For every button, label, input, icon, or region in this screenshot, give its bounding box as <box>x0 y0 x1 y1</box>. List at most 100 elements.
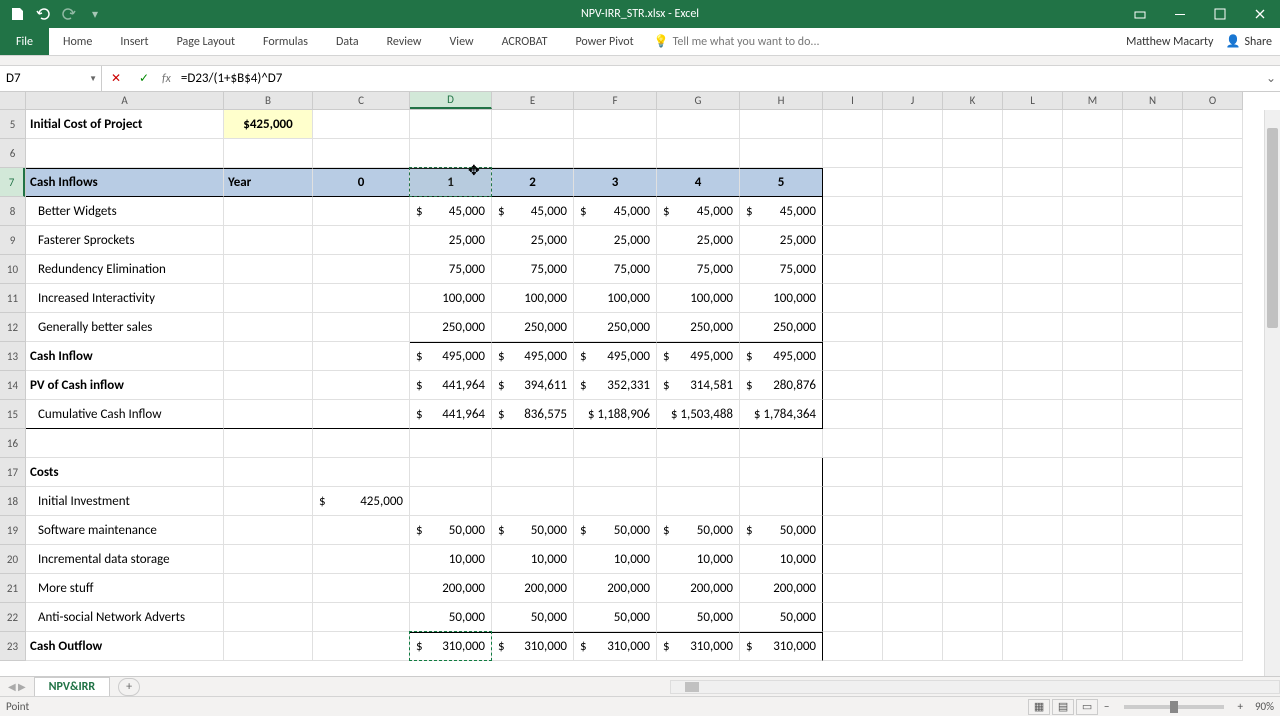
column-header-J[interactable]: J <box>883 92 943 109</box>
cell-J22[interactable] <box>883 603 943 632</box>
cell-J7[interactable] <box>883 168 943 197</box>
cell-I21[interactable] <box>823 574 883 603</box>
cell-A13[interactable]: Cash Inflow <box>26 342 224 371</box>
cell-I19[interactable] <box>823 516 883 545</box>
cell-G8[interactable]: $45,000 <box>657 197 740 226</box>
cell-L12[interactable] <box>1003 313 1063 342</box>
formula-input[interactable]: =D23/(1+$B$4)^D7 <box>175 66 1262 91</box>
cell-O7[interactable] <box>1183 168 1243 197</box>
cell-E10[interactable]: 75,000 <box>492 255 574 284</box>
cell-D8[interactable]: $45,000 <box>410 197 492 226</box>
cell-C8[interactable] <box>313 197 410 226</box>
close-icon[interactable] <box>1240 0 1280 28</box>
row-header-12[interactable]: 12 <box>0 313 25 342</box>
row-header-7[interactable]: 7 <box>0 168 25 197</box>
cell-B16[interactable] <box>224 429 313 458</box>
cell-M11[interactable] <box>1063 284 1123 313</box>
cell-G22[interactable]: 50,000 <box>657 603 740 632</box>
cell-B10[interactable] <box>224 255 313 284</box>
cell-O18[interactable] <box>1183 487 1243 516</box>
cell-C12[interactable] <box>313 313 410 342</box>
row-header-8[interactable]: 8 <box>0 197 25 226</box>
column-header-B[interactable]: B <box>224 92 313 109</box>
cell-D14[interactable]: $441,964 <box>410 371 492 400</box>
cell-H17[interactable] <box>740 458 823 487</box>
zoom-in-icon[interactable]: + <box>1234 700 1247 713</box>
cell-K16[interactable] <box>943 429 1003 458</box>
cell-N8[interactable] <box>1123 197 1183 226</box>
cell-N23[interactable] <box>1123 632 1183 661</box>
cell-L13[interactable] <box>1003 342 1063 371</box>
cell-D12[interactable]: 250,000 <box>410 313 492 342</box>
cell-C21[interactable] <box>313 574 410 603</box>
cell-E9[interactable]: 25,000 <box>492 226 574 255</box>
cell-M10[interactable] <box>1063 255 1123 284</box>
cell-F16[interactable] <box>574 429 657 458</box>
cell-K22[interactable] <box>943 603 1003 632</box>
cell-C5[interactable] <box>313 110 410 139</box>
cell-B7[interactable]: Year <box>224 168 313 197</box>
cell-F15[interactable]: $ 1,188,906 <box>574 400 657 429</box>
cell-E6[interactable] <box>492 139 574 168</box>
cell-B8[interactable] <box>224 197 313 226</box>
cell-K20[interactable] <box>943 545 1003 574</box>
vertical-scroll-thumb[interactable] <box>1267 128 1278 328</box>
cell-F22[interactable]: 50,000 <box>574 603 657 632</box>
cell-I6[interactable] <box>823 139 883 168</box>
horizontal-scrollbar[interactable] <box>670 680 1280 694</box>
cell-A8[interactable]: Better Widgets <box>26 197 224 226</box>
cell-E12[interactable]: 250,000 <box>492 313 574 342</box>
cell-L19[interactable] <box>1003 516 1063 545</box>
cell-H9[interactable]: 25,000 <box>740 226 823 255</box>
cell-C20[interactable] <box>313 545 410 574</box>
cell-E7[interactable]: 2 <box>492 168 574 197</box>
cell-L11[interactable] <box>1003 284 1063 313</box>
column-header-K[interactable]: K <box>943 92 1003 109</box>
ribbon-options-icon[interactable] <box>1120 0 1160 28</box>
cell-K7[interactable] <box>943 168 1003 197</box>
cell-O9[interactable] <box>1183 226 1243 255</box>
cell-B17[interactable] <box>224 458 313 487</box>
row-header-9[interactable]: 9 <box>0 226 25 255</box>
row-header-13[interactable]: 13 <box>0 342 25 371</box>
cell-J16[interactable] <box>883 429 943 458</box>
row-header-21[interactable]: 21 <box>0 574 25 603</box>
cell-F21[interactable]: 200,000 <box>574 574 657 603</box>
cell-B15[interactable] <box>224 400 313 429</box>
cell-A16[interactable] <box>26 429 224 458</box>
cell-B18[interactable] <box>224 487 313 516</box>
row-header-16[interactable]: 16 <box>0 429 25 458</box>
row-header-11[interactable]: 11 <box>0 284 25 313</box>
cell-E8[interactable]: $45,000 <box>492 197 574 226</box>
cell-N6[interactable] <box>1123 139 1183 168</box>
cell-C9[interactable] <box>313 226 410 255</box>
cell-F20[interactable]: 10,000 <box>574 545 657 574</box>
column-header-D[interactable]: D <box>410 92 492 109</box>
name-box-dropdown-icon[interactable]: ▼ <box>89 74 97 84</box>
cell-A20[interactable]: Incremental data storage <box>26 545 224 574</box>
cell-M12[interactable] <box>1063 313 1123 342</box>
cell-G17[interactable] <box>657 458 740 487</box>
horizontal-scroll-thumb[interactable] <box>685 682 699 692</box>
cell-J10[interactable] <box>883 255 943 284</box>
cell-A9[interactable]: Fasterer Sprockets <box>26 226 224 255</box>
cell-K23[interactable] <box>943 632 1003 661</box>
cell-E11[interactable]: 100,000 <box>492 284 574 313</box>
cell-D6[interactable] <box>410 139 492 168</box>
cell-O6[interactable] <box>1183 139 1243 168</box>
cell-N11[interactable] <box>1123 284 1183 313</box>
cell-A22[interactable]: Anti-social Network Adverts <box>26 603 224 632</box>
tab-acrobat[interactable]: ACROBAT <box>488 28 562 55</box>
cell-E16[interactable] <box>492 429 574 458</box>
cell-A15[interactable]: Cumulative Cash Inflow <box>26 400 224 429</box>
formula-expand-icon[interactable]: ⌄ <box>1262 66 1280 91</box>
cell-G9[interactable]: 25,000 <box>657 226 740 255</box>
cell-J18[interactable] <box>883 487 943 516</box>
cell-O17[interactable] <box>1183 458 1243 487</box>
cell-A23[interactable]: Cash Outflow <box>26 632 224 661</box>
cell-H11[interactable]: 100,000 <box>740 284 823 313</box>
cell-N13[interactable] <box>1123 342 1183 371</box>
cell-A7[interactable]: Cash Inflows <box>26 168 224 197</box>
cell-D19[interactable]: $50,000 <box>410 516 492 545</box>
zoom-out-icon[interactable]: − <box>1100 700 1113 713</box>
